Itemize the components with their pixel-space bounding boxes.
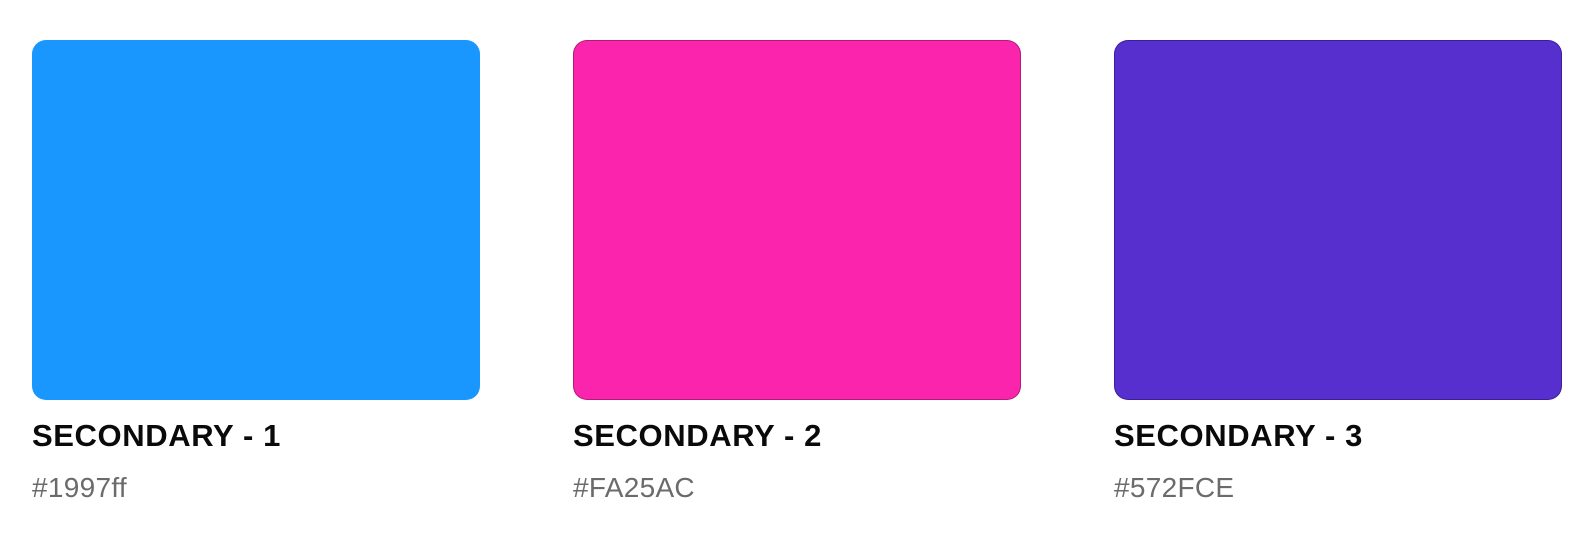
color-swatch xyxy=(32,40,480,400)
color-swatch xyxy=(573,40,1021,400)
swatch-hex-code: #FA25AC xyxy=(573,472,695,503)
swatch-name: SECONDARY - 1 xyxy=(32,418,281,453)
color-palette: SECONDARY - 1 #1997ff SECONDARY - 2 #FA2… xyxy=(32,40,1562,505)
swatch-card-secondary-1: SECONDARY - 1 #1997ff xyxy=(32,40,480,505)
swatch-hex-code: #1997ff xyxy=(32,472,128,503)
swatch-card-secondary-2: SECONDARY - 2 #FA25AC xyxy=(573,40,1021,505)
swatch-name: SECONDARY - 2 xyxy=(573,418,822,453)
swatch-card-secondary-3: SECONDARY - 3 #572FCE xyxy=(1114,40,1562,505)
swatch-hex-code: #572FCE xyxy=(1114,472,1235,503)
swatch-name: SECONDARY - 3 xyxy=(1114,418,1363,453)
color-swatch xyxy=(1114,40,1562,400)
